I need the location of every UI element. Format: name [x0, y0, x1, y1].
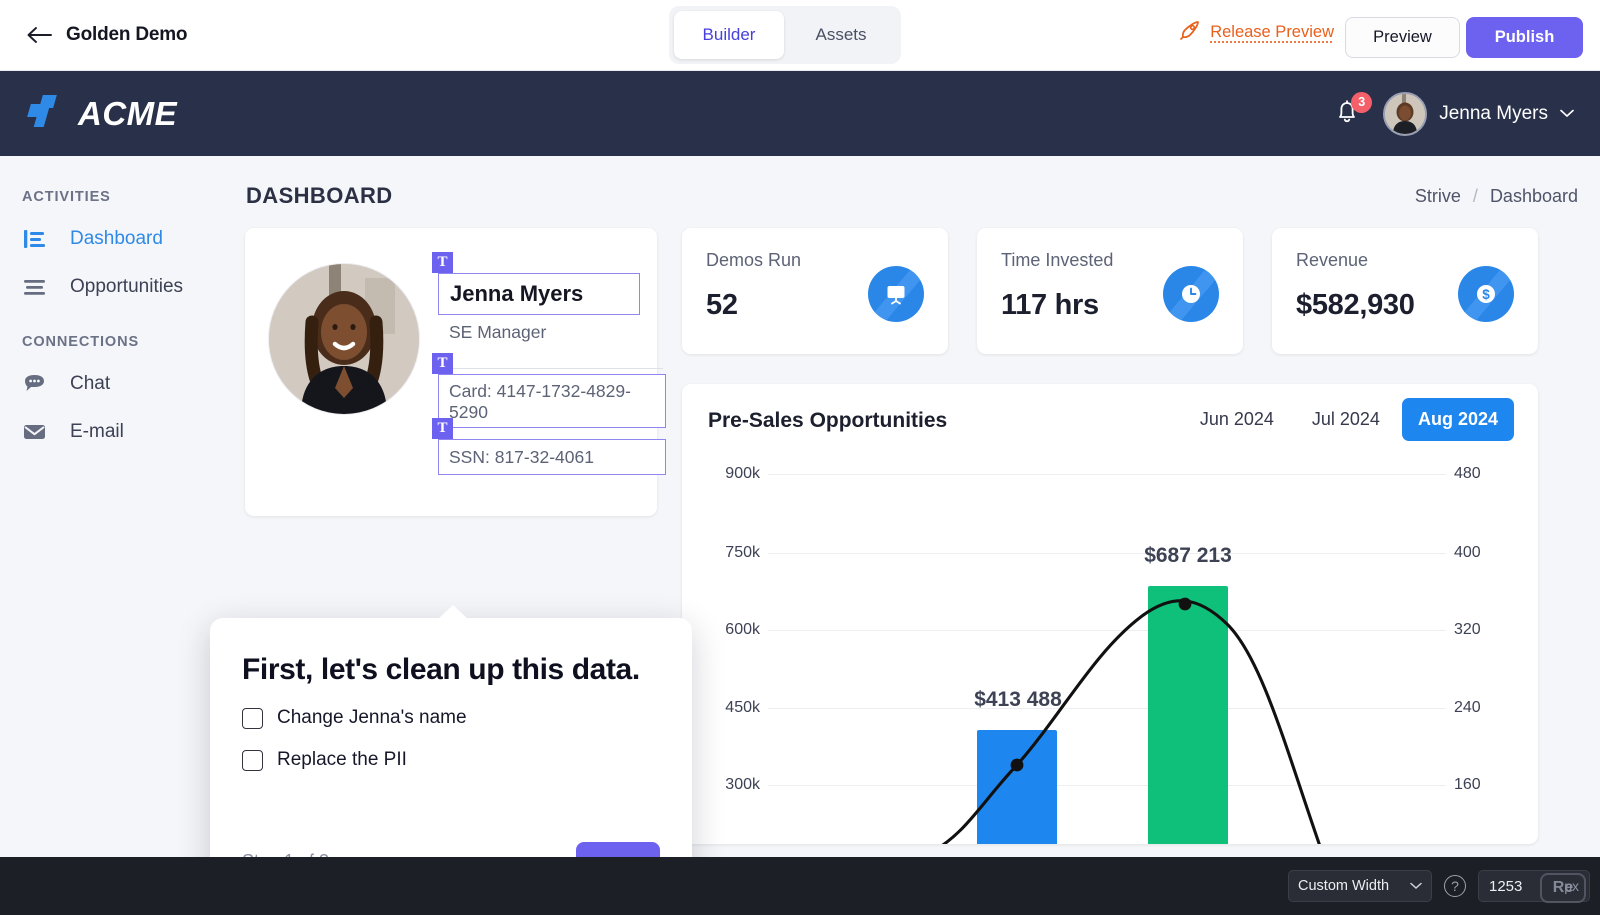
chevron-down-icon: [1560, 105, 1574, 123]
profile-card: T Jenna Myers SE Manager T Card: 4147-17…: [245, 228, 657, 516]
publish-button[interactable]: Publish: [1466, 17, 1583, 58]
app-canvas: ACME 3: [0, 71, 1600, 857]
clock-icon: [1163, 266, 1219, 322]
name-field[interactable]: Jenna Myers: [438, 273, 640, 315]
main-content: DASHBOARD Strive / Dashboard: [222, 156, 1600, 857]
avatar: [1383, 92, 1427, 136]
sidebar-item-label: E-mail: [70, 421, 124, 443]
navbar-right: 3 Jenna Myers: [1333, 71, 1574, 156]
checkbox[interactable]: [242, 708, 263, 729]
project-title: Golden Demo: [66, 24, 187, 46]
builder-assets-segmented-control: Builder Assets: [669, 6, 901, 64]
dollar-circle-icon: $: [1458, 266, 1514, 322]
bell-icon: [1333, 114, 1361, 131]
tooltip-option-replace-pii[interactable]: Replace the PII: [242, 749, 660, 771]
chart-title: Pre-Sales Opportunities: [708, 409, 947, 433]
chart-plot-area: 900k 750k 600k 450k 300k 480 400 320 240…: [682, 452, 1538, 844]
month-tab-aug[interactable]: Aug 2024: [1402, 398, 1514, 441]
breadcrumb-separator: /: [1473, 186, 1478, 206]
stat-card-demos-run: Demos Run 52: [682, 228, 948, 354]
chart-bars-icon: [22, 225, 52, 253]
notifications-button[interactable]: 3: [1333, 97, 1363, 131]
next-button[interactable]: Next: [576, 842, 660, 857]
sidebar-item-opportunities[interactable]: Opportunities: [22, 273, 222, 301]
chat-bubble-icon: [22, 370, 52, 398]
sidebar-heading-connections: CONNECTIONS: [22, 334, 222, 350]
month-tab-jun[interactable]: Jun 2024: [1184, 398, 1290, 441]
width-value-input[interactable]: 1253 px: [1478, 870, 1590, 902]
width-unit: px: [1564, 878, 1579, 894]
builder-toolbar: Golden Demo Builder Assets Release Previ…: [0, 0, 1600, 71]
help-circle-icon[interactable]: ?: [1444, 875, 1466, 897]
ssn-field[interactable]: SSN: 817-32-4061: [438, 439, 666, 475]
page-title: DASHBOARD: [246, 183, 393, 209]
tooltip-option-change-name[interactable]: Change Jenna's name: [242, 707, 660, 729]
width-value: 1253: [1489, 878, 1522, 895]
user-menu[interactable]: Jenna Myers: [1383, 92, 1574, 136]
pre-sales-chart-card: Pre-Sales Opportunities Jun 2024 Jul 202…: [682, 384, 1538, 844]
envelope-icon: [22, 418, 52, 446]
tooltip-heading: First, let's clean up this data.: [242, 652, 660, 687]
sidebar: ACTIVITIES Dashboard Opportuni: [0, 156, 222, 857]
release-preview-label: Release Preview: [1210, 23, 1334, 42]
role-label: SE Manager: [449, 322, 546, 343]
profile-fields: T Jenna Myers SE Manager T Card: 4147-17…: [432, 252, 633, 492]
lines-icon: [22, 273, 52, 301]
back-arrow-icon[interactable]: [22, 18, 56, 52]
stat-card-time-invested: Time Invested 117 hrs: [977, 228, 1243, 354]
sidebar-item-chat[interactable]: Chat: [22, 370, 222, 398]
divider: [438, 368, 663, 369]
release-preview-link[interactable]: Release Preview: [1179, 19, 1334, 46]
checkbox[interactable]: [242, 750, 263, 771]
breadcrumb-root[interactable]: Strive: [1415, 186, 1461, 206]
viewport-toolbar: Custom Width ? 1253 px Re: [0, 857, 1600, 915]
month-tab-jul[interactable]: Jul 2024: [1296, 398, 1396, 441]
stat-card-revenue: Revenue $582,930 $: [1272, 228, 1538, 354]
sidebar-item-label: Dashboard: [70, 228, 163, 250]
breadcrumb: Strive / Dashboard: [1415, 186, 1578, 207]
width-mode-label: Custom Width: [1298, 878, 1389, 894]
sidebar-item-email[interactable]: E-mail: [22, 418, 222, 446]
preview-button[interactable]: Preview: [1345, 17, 1460, 58]
sidebar-item-dashboard[interactable]: Dashboard: [22, 225, 222, 253]
sidebar-heading-activities: ACTIVITIES: [22, 189, 222, 205]
acme-logo-text: ACME: [78, 95, 177, 133]
app-navbar: ACME 3: [0, 71, 1600, 156]
tab-builder[interactable]: Builder: [674, 11, 784, 59]
month-tabs: Jun 2024 Jul 2024 Aug 2024: [1184, 398, 1514, 441]
onboarding-tooltip: First, let's clean up this data. Change …: [210, 618, 692, 857]
user-name: Jenna Myers: [1439, 103, 1548, 125]
presentation-screen-icon: [868, 266, 924, 322]
sidebar-item-label: Opportunities: [70, 276, 183, 298]
breadcrumb-current: Dashboard: [1490, 186, 1578, 206]
tooltip-option-label: Replace the PII: [277, 749, 407, 771]
rocket-icon: [1179, 19, 1201, 46]
width-mode-select[interactable]: Custom Width: [1288, 870, 1432, 902]
profile-photo: [269, 264, 419, 414]
notification-badge: 3: [1351, 92, 1372, 113]
bar-data-label-aug: $687 213: [1137, 544, 1239, 568]
text-marker-card[interactable]: T: [432, 353, 453, 374]
text-marker-name[interactable]: T: [432, 252, 453, 273]
acme-logo-icon: [27, 95, 65, 133]
acme-logo[interactable]: ACME: [27, 95, 177, 133]
chevron-down-icon: [1410, 878, 1422, 894]
bar-data-label-jul: $413 488: [970, 688, 1066, 712]
tooltip-option-label: Change Jenna's name: [277, 707, 467, 729]
svg-text:$: $: [1482, 287, 1490, 302]
sidebar-item-label: Chat: [70, 373, 110, 395]
card-number-field[interactable]: Card: 4147-1732-4829-5290: [438, 374, 666, 428]
text-marker-ssn[interactable]: T: [432, 418, 453, 439]
tab-assets[interactable]: Assets: [786, 11, 896, 59]
